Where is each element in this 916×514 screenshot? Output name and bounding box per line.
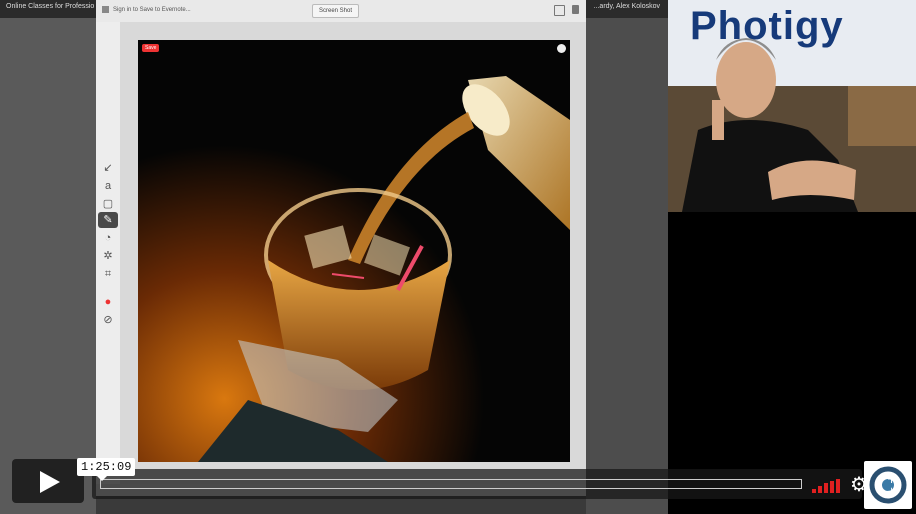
presenter-webcam: Photigy [668,0,916,212]
screenshot-type-select: Screen Shot [312,4,360,18]
fullscreen-icon[interactable]: ⛶ [874,474,898,498]
volume-bar-4 [830,481,834,493]
video-player: Online Classes for Professio ...ardy, Al… [0,0,916,514]
signin-label: Sign in to Save to Evernote... [113,7,191,14]
timecode: 1:25:09 [77,458,136,481]
play-icon [40,471,60,493]
presenter-figure [668,38,916,212]
control-bar [92,469,862,499]
volume-bar-3 [824,483,828,493]
volume-bar-5 [836,479,840,493]
signin-link: Sign in to Save to Evernote... [102,6,191,13]
background-browser-right [586,18,668,514]
volume-control[interactable] [812,479,840,493]
whiskey-photo-art [138,40,570,462]
marker-tool-icon: ✎ [98,212,118,228]
annotation-toolbar: ↙ a ▢ ✎ ◔ ✲ ⌗ ● ⊘ [96,22,121,496]
stamp-tool-icon: ✲ [103,250,113,262]
size-picker-icon: ⊘ [103,314,113,326]
rectangle-tool-icon: ▢ [102,198,114,210]
user-label: ...ardy, Alex Koloskov [593,3,660,10]
background-browser-left [0,18,96,514]
volume-bar-1 [812,489,816,493]
whiskey-photo: Save [138,40,570,462]
trash-icon [572,5,579,14]
grid-icon [102,6,109,13]
window-title: Online Classes for Professio [6,3,95,10]
save-badge: Save [142,44,160,52]
evernote-toolbar-top: Sign in to Save to Evernote... Screen Sh… [96,0,586,23]
photo-settings-icon [557,44,566,53]
share-icon [554,5,565,16]
crop-tool-icon: ⌗ [104,268,112,280]
highlighter-tool-icon: ◔ [104,232,112,244]
color-picker-icon: ● [104,296,112,308]
screen-recording: Online Classes for Professio ...ardy, Al… [0,0,668,514]
arrow-tool-icon: ↙ [103,162,113,174]
play-button[interactable] [12,459,84,503]
progress-bar[interactable] [100,479,802,489]
text-tool-icon: a [104,180,112,192]
volume-bar-2 [818,486,822,493]
